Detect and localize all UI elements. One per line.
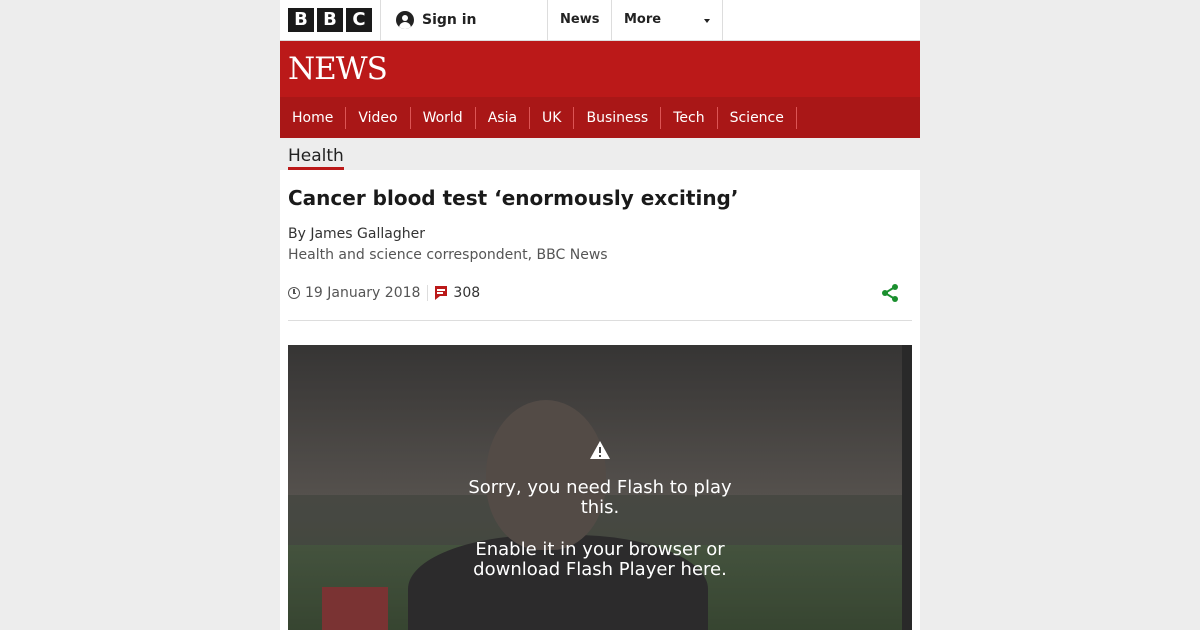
- clock-icon: [288, 287, 300, 299]
- comment-icon[interactable]: [435, 286, 448, 300]
- nav-item-science[interactable]: Science: [718, 106, 797, 129]
- author-role: Health and science correspondent, BBC Ne…: [288, 247, 608, 263]
- share-icon[interactable]: [880, 283, 900, 303]
- article-meta: 19 January 2018 308: [288, 284, 480, 302]
- comments-count[interactable]: 308: [453, 285, 480, 301]
- nav-item-tech[interactable]: Tech: [661, 106, 718, 129]
- video-player[interactable]: Sorry, you need Flash to play this. Enab…: [288, 345, 912, 630]
- topnav-more[interactable]: More: [624, 0, 661, 40]
- meta-separator-line: [288, 320, 912, 321]
- news-banner: NEWS: [280, 41, 920, 97]
- breadcrumb-health[interactable]: Health: [288, 146, 344, 170]
- header-divider: [722, 0, 723, 40]
- header-divider: [380, 0, 381, 40]
- article-date: 19 January 2018: [305, 285, 421, 301]
- bbc-logo[interactable]: B B C: [288, 8, 372, 32]
- article-headline: Cancer blood test ‘enormously exciting’: [288, 186, 739, 210]
- section-nav: Home Video World Asia UK Business Tech S…: [280, 97, 920, 138]
- news-logo[interactable]: NEWS: [288, 51, 388, 87]
- caret-down-icon[interactable]: [704, 19, 710, 23]
- nav-item-world[interactable]: World: [411, 106, 476, 129]
- bbc-logo-letter: C: [346, 8, 372, 32]
- article-byline: By James Gallagher: [288, 226, 425, 242]
- signin-link[interactable]: Sign in: [396, 0, 477, 40]
- header-divider: [547, 0, 548, 40]
- header-divider: [611, 0, 612, 40]
- page: B B C Sign in News More NEWS Home Video …: [280, 0, 920, 630]
- nav-item-uk[interactable]: UK: [530, 106, 575, 129]
- user-icon: [396, 11, 414, 29]
- flash-instructions[interactable]: Enable it in your browser or download Fl…: [450, 540, 750, 580]
- article: Cancer blood test ‘enormously exciting’ …: [280, 170, 920, 630]
- nav-item-video[interactable]: Video: [346, 106, 411, 129]
- bbc-logo-letter: B: [317, 8, 343, 32]
- nav-item-home[interactable]: Home: [280, 106, 347, 129]
- breadcrumb: Health: [280, 138, 920, 170]
- signin-label: Sign in: [422, 12, 477, 28]
- global-header: B B C Sign in News More: [280, 0, 920, 41]
- nav-item-business[interactable]: Business: [574, 106, 662, 129]
- topnav-news[interactable]: News: [560, 0, 599, 40]
- warning-icon: [590, 441, 610, 459]
- nav-item-asia[interactable]: Asia: [476, 106, 531, 129]
- flash-required-message: Sorry, you need Flash to play this.: [468, 477, 732, 518]
- meta-divider: [427, 285, 429, 301]
- bbc-logo-letter: B: [288, 8, 314, 32]
